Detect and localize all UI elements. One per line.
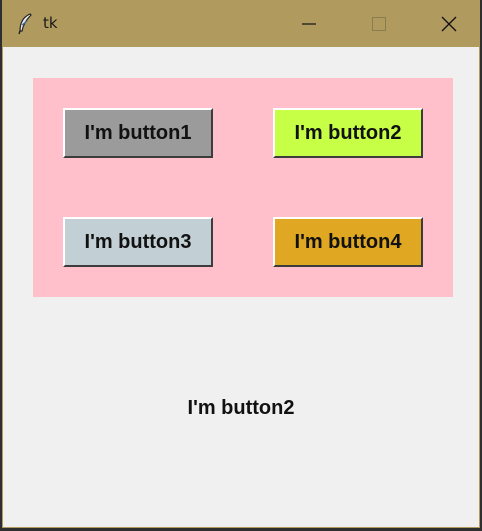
tk-window: tk I'm button1 I'm button2 I'm button3 I… (2, 0, 480, 528)
status-label: I'm button2 (187, 397, 295, 419)
button4[interactable]: I'm button4 (273, 217, 423, 267)
button1[interactable]: I'm button1 (63, 108, 213, 158)
button3[interactable]: I'm button3 (63, 217, 213, 267)
window-title: tk (43, 14, 58, 32)
minimize-button[interactable] (279, 1, 339, 47)
close-button[interactable] (419, 1, 479, 47)
minimize-icon (302, 23, 316, 25)
maximize-icon (372, 17, 386, 31)
button2[interactable]: I'm button2 (273, 108, 423, 158)
title-bar[interactable]: tk (3, 1, 479, 47)
close-icon (441, 16, 457, 32)
maximize-button[interactable] (349, 1, 409, 47)
feather-icon (18, 13, 32, 35)
button-panel: I'm button1 I'm button2 I'm button3 I'm … (33, 78, 453, 297)
